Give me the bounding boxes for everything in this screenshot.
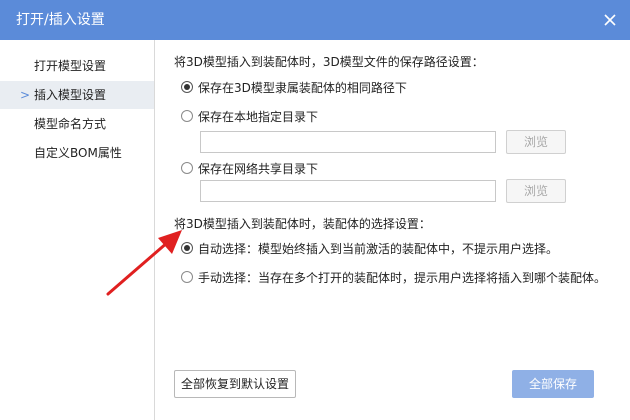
path-section-title: 将3D模型插入到装配体时，3D模型文件的保存路径设置： [174, 55, 484, 69]
radio-button[interactable] [181, 271, 193, 283]
radio-label: 自动选择：模型始终插入到当前激活的装配体中，不提示用户选择。 [198, 241, 559, 256]
sidebar-item-label: 自定义BOM属性 [34, 146, 122, 160]
radio-button[interactable] [181, 242, 193, 254]
radio-label: 手动选择：当存在多个打开的装配体时，提示用户选择将插入到哪个装配体。 [198, 270, 607, 285]
browse-network-button[interactable]: 浏览 [506, 179, 566, 203]
chevron-right-icon: > [20, 88, 31, 102]
radio-same-path[interactable]: 保存在3D模型隶属装配体的相同路径下 [181, 78, 407, 96]
save-all-button[interactable]: 全部保存 [512, 370, 594, 398]
radio-auto-select[interactable]: 自动选择：模型始终插入到当前激活的装配体中，不提示用户选择。 [181, 239, 558, 257]
sidebar-item-custom-bom[interactable]: 自定义BOM属性 [0, 139, 154, 167]
window-title: 打开/插入设置 [16, 12, 105, 28]
network-dir-input[interactable] [200, 180, 496, 202]
browse-local-button[interactable]: 浏览 [506, 130, 566, 154]
settings-panel: 将3D模型插入到装配体时，3D模型文件的保存路径设置： 保存在3D模型隶属装配体… [156, 40, 630, 420]
radio-network-dir[interactable]: 保存在网络共享目录下 [181, 159, 318, 177]
radio-button[interactable] [181, 110, 193, 122]
sidebar-item-label: 插入模型设置 [34, 88, 107, 102]
radio-label: 保存在3D模型隶属装配体的相同路径下 [198, 80, 407, 95]
sidebar-item-label: 打开模型设置 [34, 59, 107, 73]
radio-local-dir[interactable]: 保存在本地指定目录下 [181, 107, 318, 125]
local-dir-input[interactable] [200, 131, 496, 153]
radio-label: 保存在网络共享目录下 [198, 161, 319, 176]
radio-manual-select[interactable]: 手动选择：当存在多个打开的装配体时，提示用户选择将插入到哪个装配体。 [181, 268, 606, 286]
reset-all-button[interactable]: 全部恢复到默认设置 [174, 370, 296, 398]
radio-label: 保存在本地指定目录下 [198, 109, 319, 124]
title-bar: 打开/插入设置 [0, 0, 630, 40]
sidebar-item-model-naming[interactable]: 模型命名方式 [0, 110, 154, 138]
close-icon[interactable] [600, 10, 620, 30]
sidebar-item-open-model-settings[interactable]: 打开模型设置 [0, 52, 154, 80]
sidebar-item-label: 模型命名方式 [34, 117, 107, 131]
sidebar: 打开模型设置 > 插入模型设置 模型命名方式 自定义BOM属性 [0, 40, 155, 420]
radio-button[interactable] [181, 162, 193, 174]
sidebar-item-insert-model-settings[interactable]: > 插入模型设置 [0, 81, 154, 109]
radio-button[interactable] [181, 81, 193, 93]
select-section-title: 将3D模型插入到装配体时，装配体的选择设置： [174, 217, 431, 231]
